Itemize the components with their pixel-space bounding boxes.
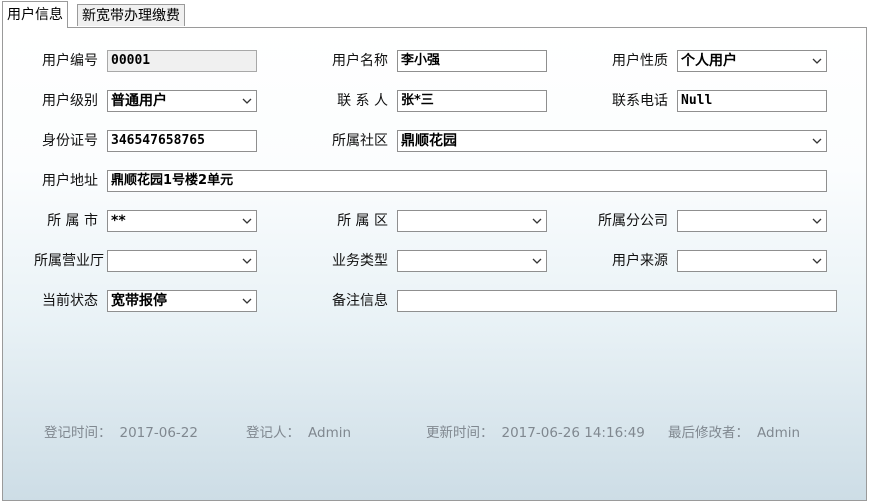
tab-new-broadband-payment[interactable]: 新宽带办理缴费: [77, 4, 185, 26]
tab-user-info[interactable]: 用户信息: [2, 1, 68, 28]
branch-select[interactable]: [677, 210, 827, 232]
modified-by-label: 最后修改者：: [668, 425, 749, 441]
chevron-down-icon[interactable]: [528, 211, 546, 231]
district-label: 所 属 区: [337, 213, 388, 229]
user-level-value: 普通用户: [111, 93, 167, 109]
user-type-value: 个人用户: [681, 53, 737, 69]
hall-select[interactable]: [107, 250, 257, 272]
user-type-label: 用户性质: [612, 53, 668, 69]
chevron-down-icon[interactable]: [238, 251, 256, 271]
register-time-info: 登记时间： 2017-06-22: [44, 423, 198, 443]
district-select[interactable]: [397, 210, 547, 232]
city-label: 所 属 市: [47, 213, 98, 229]
update-time-value: 2017-06-26 14:16:49: [501, 425, 645, 441]
remark-field[interactable]: [397, 290, 837, 312]
register-by-value: Admin: [308, 425, 352, 441]
user-name-label: 用户名称: [332, 53, 388, 69]
modified-by-value: Admin: [757, 425, 801, 441]
city-select[interactable]: **: [107, 210, 257, 232]
source-select[interactable]: [677, 250, 827, 272]
user-id-label: 用户编号: [42, 53, 98, 69]
source-label: 用户来源: [612, 253, 668, 269]
chevron-down-icon[interactable]: [238, 211, 256, 231]
update-time-info: 更新时间： 2017-06-26 14:16:49: [426, 423, 645, 443]
chevron-down-icon[interactable]: [808, 211, 826, 231]
remark-label: 备注信息: [332, 293, 388, 309]
address-label: 用户地址: [42, 173, 98, 189]
phone-label: 联系电话: [612, 93, 668, 109]
user-level-select[interactable]: 普通用户: [107, 90, 257, 112]
register-by-info: 登记人： Admin: [246, 423, 351, 443]
register-time-label: 登记时间：: [44, 425, 112, 441]
modified-by-info: 最后修改者： Admin: [668, 423, 800, 443]
update-time-label: 更新时间：: [426, 425, 494, 441]
user-id-field[interactable]: 00001: [107, 50, 257, 72]
register-by-label: 登记人：: [246, 425, 300, 441]
chevron-down-icon[interactable]: [808, 51, 826, 71]
address-field[interactable]: 鼎顺花园1号楼2单元: [107, 170, 827, 192]
id-card-label: 身份证号: [42, 133, 98, 149]
branch-label: 所属分公司: [598, 213, 668, 229]
phone-field[interactable]: Null: [677, 90, 827, 112]
user-info-panel: 用户编号 00001 用户名称 李小强 用户性质 个人用户 用户级别 普通用户 …: [2, 27, 867, 501]
chevron-down-icon[interactable]: [238, 291, 256, 311]
community-select[interactable]: 鼎顺花园: [397, 130, 827, 152]
business-type-select[interactable]: [397, 250, 547, 272]
user-name-field[interactable]: 李小强: [397, 50, 547, 72]
id-card-field[interactable]: 346547658765: [107, 130, 257, 152]
contact-label: 联 系 人: [337, 93, 388, 109]
user-type-select[interactable]: 个人用户: [677, 50, 827, 72]
status-select[interactable]: 宽带报停: [107, 290, 257, 312]
register-time-value: 2017-06-22: [119, 425, 198, 441]
community-value: 鼎顺花园: [401, 133, 457, 149]
tab-bar: 用户信息 新宽带办理缴费: [0, 0, 869, 28]
hall-label: 所属营业厅: [34, 253, 104, 269]
status-value: 宽带报停: [111, 293, 167, 309]
community-label: 所属社区: [332, 133, 388, 149]
business-type-label: 业务类型: [332, 253, 388, 269]
chevron-down-icon[interactable]: [528, 251, 546, 271]
chevron-down-icon[interactable]: [808, 251, 826, 271]
chevron-down-icon[interactable]: [238, 91, 256, 111]
status-label: 当前状态: [42, 293, 98, 309]
contact-field[interactable]: 张*三: [397, 90, 547, 112]
chevron-down-icon[interactable]: [808, 131, 826, 151]
city-value: **: [111, 213, 126, 229]
user-level-label: 用户级别: [42, 93, 98, 109]
